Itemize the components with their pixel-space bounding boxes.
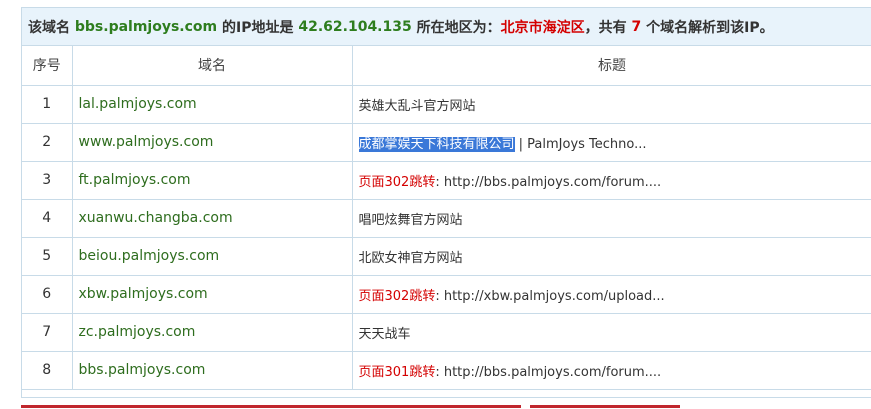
domain-table: 序号 域名 标题 1 lal.palmjoys.com 英雄大乱斗官方网站 2 www.… <box>22 46 871 390</box>
table-row: 6 xbw.palmjoys.com 页面302跳转: http://xbw.pal… <box>22 274 871 314</box>
table-row: 7 zc.palmjoys.com 天天战车 <box>22 312 871 352</box>
row-title: 唱吧炫舞官方网站 <box>351 198 871 238</box>
row-title-text: 北欧女神官方网站 <box>358 250 463 266</box>
row-title: 英雄大乱斗官方网站 <box>351 84 871 124</box>
summary-region-text: 所在地区为： <box>416 19 501 36</box>
summary-domain: bbs.palmjoys.com <box>74 18 218 35</box>
row-title-text: 唱吧炫舞官方网站 <box>358 212 463 228</box>
table-row: 4 xuanwu.changba.com 唱吧炫舞官方网站 <box>22 198 871 238</box>
table-row: 5 beiou.palmjoys.com 北欧女神官方网站 <box>22 236 871 276</box>
row-domain-link[interactable]: xuanwu.changba.com <box>71 198 353 238</box>
row-title-redirect: 页面301跳转 <box>358 364 436 380</box>
row-title-selected-text: 成都掌娱天下科技有限公司 <box>358 136 515 152</box>
row-index: 4 <box>22 198 73 238</box>
summary-bar: 该域名 bbs.palmjoys.com 的IP地址是 42.62.104.13… <box>22 8 871 46</box>
row-index: 5 <box>22 236 73 276</box>
summary-count-suffix: 个域名解析到该IP。 <box>646 19 774 36</box>
row-index: 2 <box>22 122 73 162</box>
header-title: 标题 <box>351 46 871 86</box>
row-title-text: 英雄大乱斗官方网站 <box>358 98 476 114</box>
row-domain-link[interactable]: www.palmjoys.com <box>71 122 353 162</box>
row-domain-link[interactable]: zc.palmjoys.com <box>71 312 353 352</box>
bottom-divider-2 <box>530 405 680 408</box>
bottom-divider <box>21 405 521 408</box>
header-index: 序号 <box>22 46 73 86</box>
row-title: 成都掌娱天下科技有限公司 | PalmJoys Techno... <box>351 122 871 162</box>
summary-count: 7 <box>631 18 642 35</box>
row-title-redirect: 页面302跳转 <box>358 174 436 190</box>
row-title-text: : http://xbw.palmjoys.com/upload... <box>435 288 665 304</box>
row-domain-link[interactable]: ft.palmjoys.com <box>71 160 353 200</box>
row-title: 页面302跳转: http://bbs.palmjoys.com/forum..… <box>351 160 871 200</box>
row-index: 7 <box>22 312 73 352</box>
row-index: 6 <box>22 274 73 314</box>
summary-prefix: 该域名 <box>28 19 70 36</box>
row-domain-link[interactable]: xbw.palmjoys.com <box>71 274 353 314</box>
row-title: 页面302跳转: http://xbw.palmjoys.com/upload.… <box>351 274 871 314</box>
row-domain-link[interactable]: bbs.palmjoys.com <box>71 350 353 390</box>
row-title-text: : http://bbs.palmjoys.com/forum.... <box>435 364 662 380</box>
row-domain-link[interactable]: beiou.palmjoys.com <box>71 236 353 276</box>
row-index: 1 <box>22 84 73 124</box>
table-row: 8 bbs.palmjoys.com 页面301跳转: http://bbs.pal… <box>22 350 871 390</box>
row-title-text: | PalmJoys Techno... <box>518 136 647 152</box>
ip-lookup-panel: 该域名 bbs.palmjoys.com 的IP地址是 42.62.104.13… <box>21 7 871 398</box>
table-row: 1 lal.palmjoys.com 英雄大乱斗官方网站 <box>22 84 871 124</box>
row-index: 8 <box>22 350 73 390</box>
row-domain-link[interactable]: lal.palmjoys.com <box>71 84 353 124</box>
row-index: 3 <box>22 160 73 200</box>
row-title-text: : http://bbs.palmjoys.com/forum.... <box>435 174 662 190</box>
row-title-text: 天天战车 <box>358 326 411 342</box>
table-row: 2 www.palmjoys.com 成都掌娱天下科技有限公司 | PalmJoys… <box>22 122 871 162</box>
header-domain: 域名 <box>71 46 353 86</box>
table-header-row: 序号 域名 标题 <box>22 46 871 86</box>
summary-ip: 42.62.104.135 <box>298 18 412 35</box>
row-title-redirect: 页面302跳转 <box>358 288 436 304</box>
table-row: 3 ft.palmjoys.com 页面302跳转: http://bbs.palm… <box>22 160 871 200</box>
summary-region: 北京市海淀区 <box>500 19 585 36</box>
summary-count-prefix: ，共有 <box>584 19 627 36</box>
row-title: 页面301跳转: http://bbs.palmjoys.com/forum..… <box>351 350 871 390</box>
row-title: 天天战车 <box>351 312 871 352</box>
row-title: 北欧女神官方网站 <box>351 236 871 276</box>
summary-ip-text: 的IP地址是 <box>222 19 294 36</box>
